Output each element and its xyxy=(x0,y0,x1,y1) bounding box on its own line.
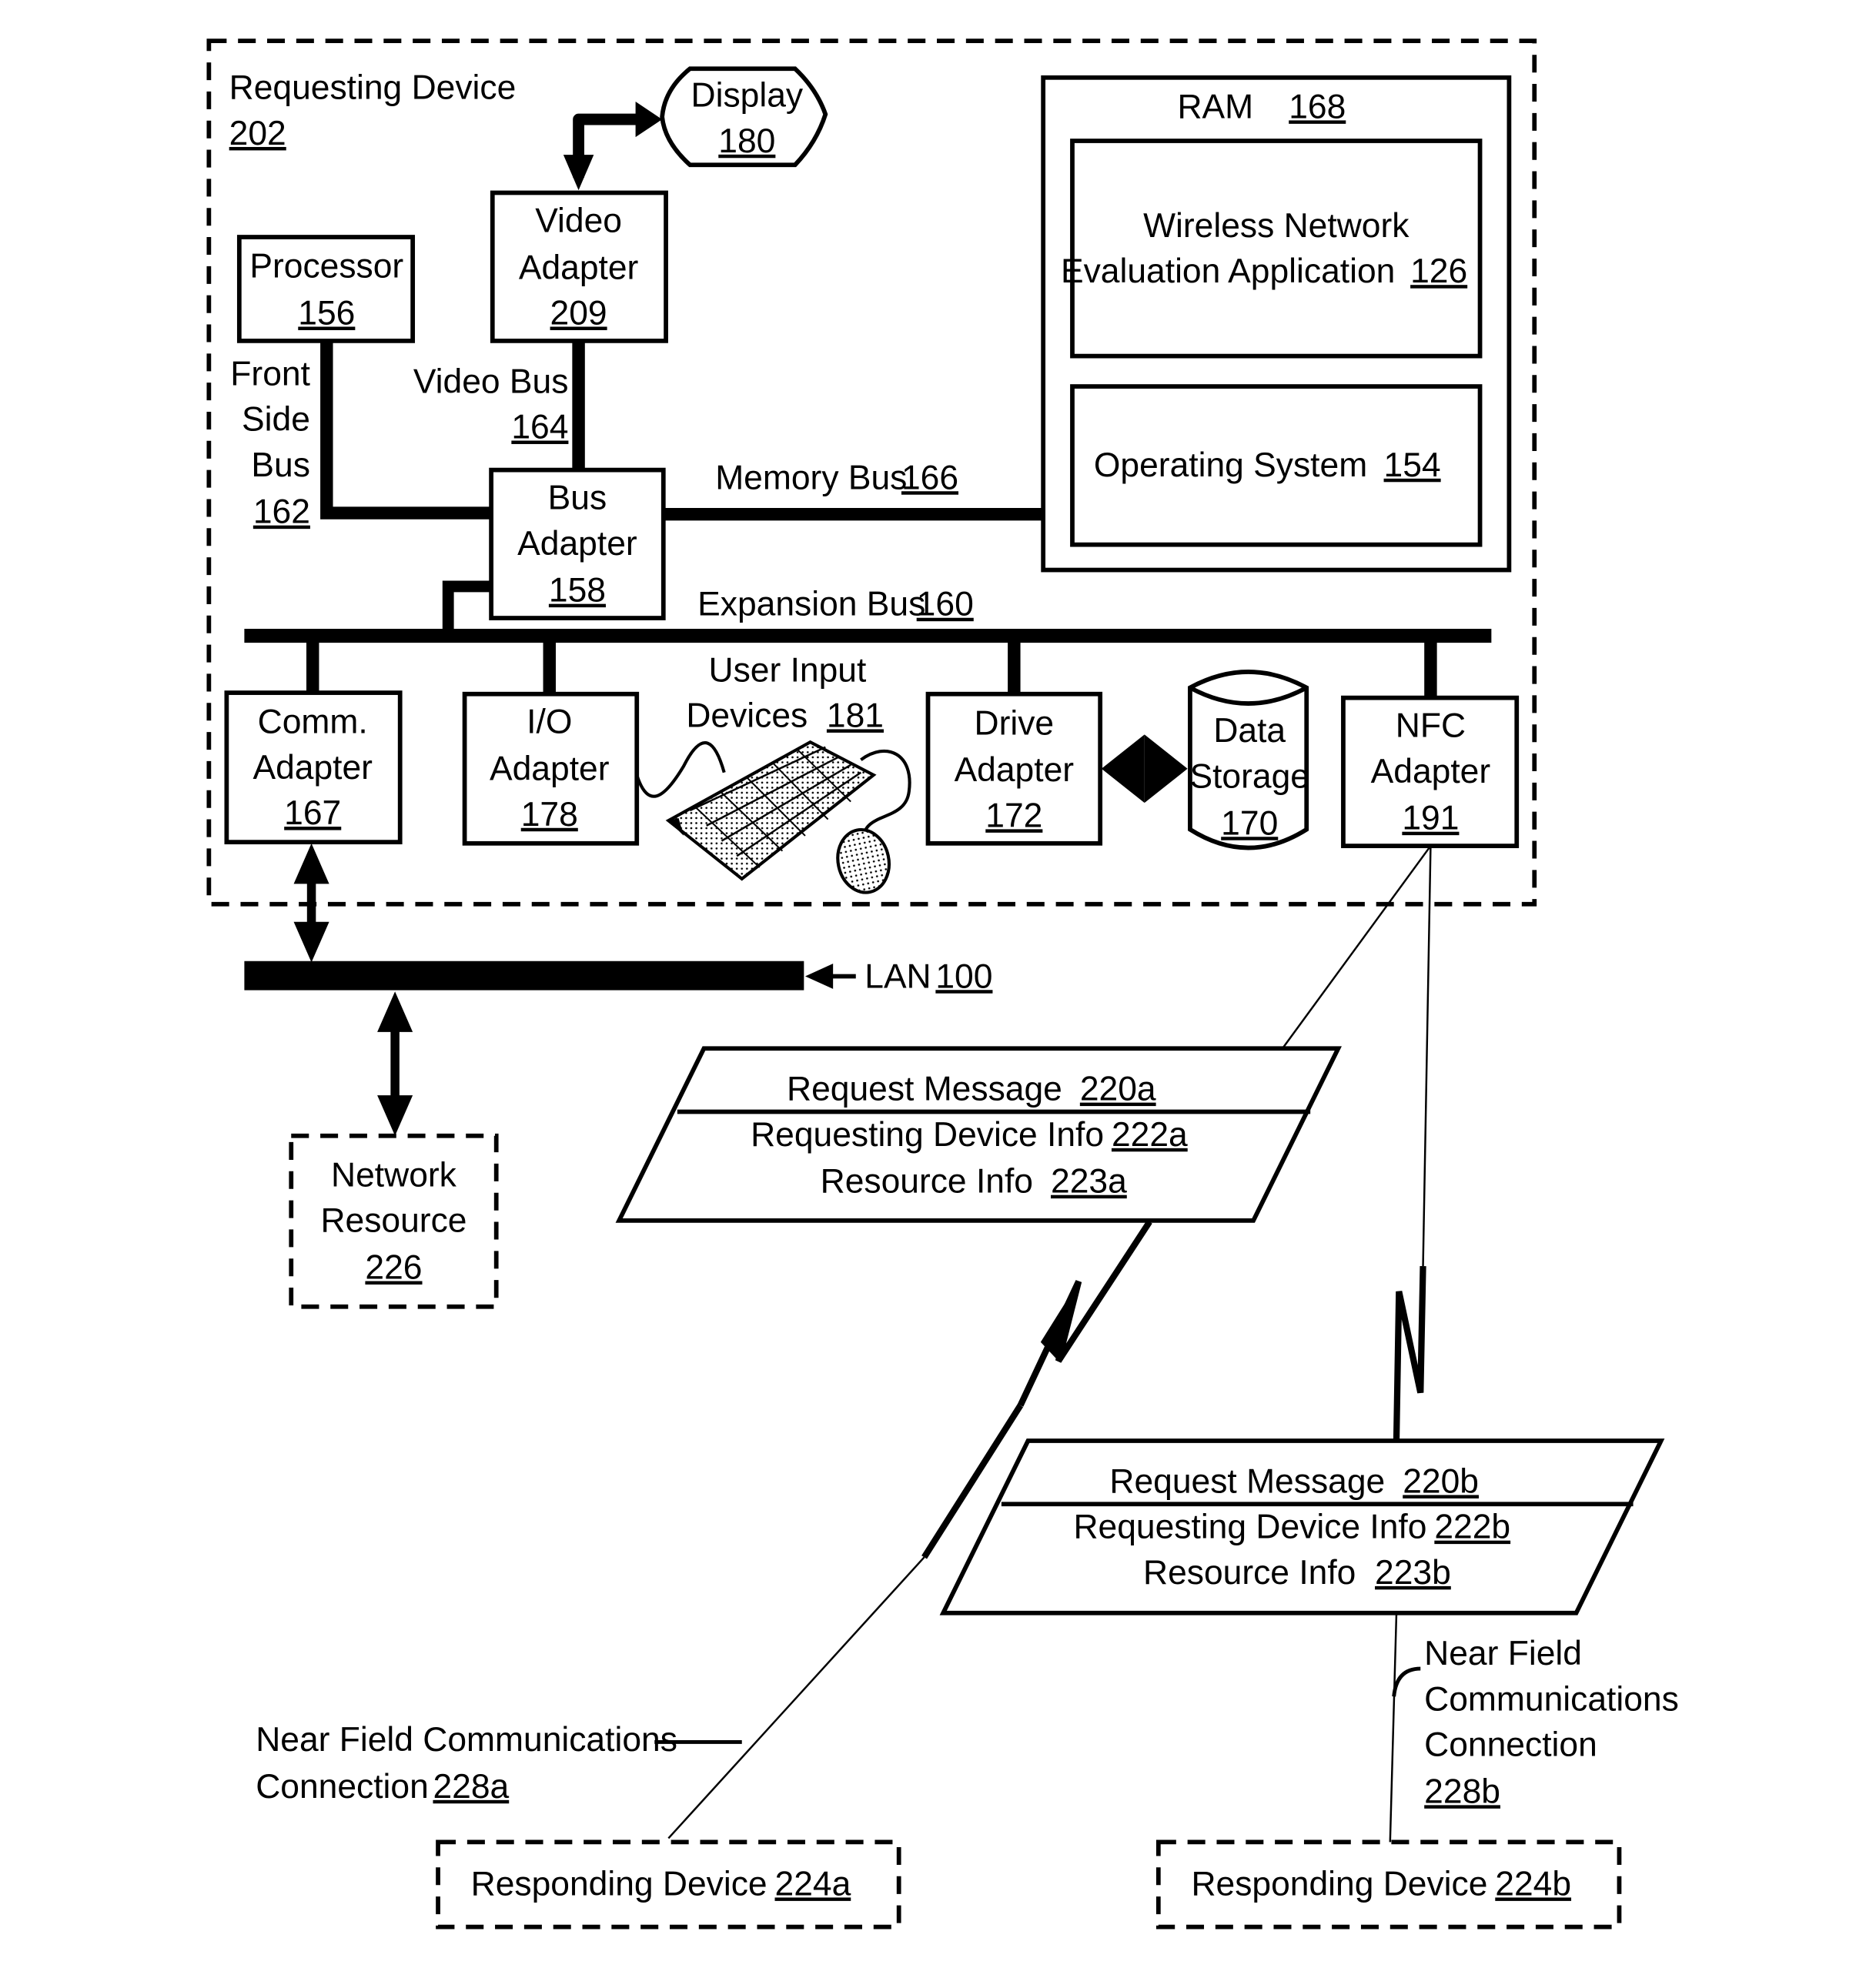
ram-ref: 168 xyxy=(1289,88,1346,125)
nfc-adapter-line1: NFC xyxy=(1396,707,1466,745)
video-adapter-line2: Adapter xyxy=(519,249,639,286)
front-side-bus-ref: 162 xyxy=(253,493,310,531)
request-a-title-ref: 220a xyxy=(1080,1071,1156,1108)
request-b-title: Request Message xyxy=(1109,1462,1385,1500)
network-resource-line1: Network xyxy=(331,1156,457,1194)
display-label: Display xyxy=(691,77,804,115)
display-ref: 180 xyxy=(718,122,775,160)
drive-adapter-line2: Adapter xyxy=(955,751,1075,789)
video-bus-label: Video Bus xyxy=(413,363,569,400)
comm-adapter-ref: 167 xyxy=(284,794,341,832)
nfc-conn-b-line3: Connection xyxy=(1424,1726,1597,1764)
network-resource-line2: Resource xyxy=(320,1202,467,1240)
request-b-resource-info-ref: 223b xyxy=(1375,1554,1451,1592)
request-a-device-info-ref: 222a xyxy=(1112,1116,1188,1154)
drive-adapter-line1: Drive xyxy=(975,704,1055,742)
video-adapter-line1: Video xyxy=(535,202,622,239)
wireless-app-line2: Evaluation Application xyxy=(1061,252,1395,290)
request-a-title: Request Message xyxy=(787,1071,1062,1108)
mouse-icon xyxy=(836,827,891,894)
data-storage-ref: 170 xyxy=(1221,804,1278,842)
nfc-link-a-lower xyxy=(667,1556,925,1839)
lan-ref: 100 xyxy=(935,957,992,995)
request-b-title-ref: 220b xyxy=(1403,1462,1479,1500)
processor-ref: 156 xyxy=(298,295,355,332)
responding-device-a-ref: 224a xyxy=(775,1865,851,1903)
lan-bar xyxy=(244,961,804,991)
nfc-conn-b-line1: Near Field xyxy=(1424,1635,1582,1672)
request-a-resource-info-ref: 223a xyxy=(1051,1163,1127,1201)
bus-adapter-ref: 158 xyxy=(549,572,606,610)
keyboard-cable xyxy=(635,741,726,798)
nfc-conn-a-ref: 228a xyxy=(433,1768,509,1806)
lightning-bolt-b-fill xyxy=(1399,1291,1421,1393)
network-resource-ref: 226 xyxy=(365,1249,422,1287)
nfc-link-a-upper xyxy=(1281,845,1432,1049)
io-adapter-line1: I/O xyxy=(527,703,572,741)
data-storage-line1: Data xyxy=(1213,712,1286,750)
request-b-device-info-ref: 222b xyxy=(1434,1509,1510,1546)
operating-system-label: Operating System xyxy=(1094,446,1367,484)
responding-device-b-ref: 224b xyxy=(1495,1865,1571,1903)
arrow-to-lan-2-icon xyxy=(377,991,413,1032)
io-adapter-line2: Adapter xyxy=(490,750,610,788)
lightning-bolt-a-icon xyxy=(1017,1220,1152,1407)
requesting-device-ref: 202 xyxy=(229,115,286,152)
mouse-cable xyxy=(860,749,911,843)
nfc-adapter-line2: Adapter xyxy=(1371,753,1491,790)
user-input-ref: 181 xyxy=(827,697,884,734)
expansion-bus-label: Expansion Bus xyxy=(697,586,925,623)
bus-adapter-line1: Bus xyxy=(548,479,607,517)
wireless-app-box xyxy=(1070,139,1483,359)
memory-bus-label: Memory Bus xyxy=(715,459,907,496)
arrow-to-display-icon xyxy=(635,102,663,138)
lan-label: LAN xyxy=(864,957,931,995)
lightning-bolt-b-icon xyxy=(1393,1266,1426,1440)
nfc-adapter-ref: 191 xyxy=(1402,800,1459,837)
bus-adapter-line2: Adapter xyxy=(517,525,637,563)
memory-bus-ref: 166 xyxy=(901,459,958,496)
arrow-to-video-adapter-icon xyxy=(563,155,594,191)
nfc-conn-a-line1: Near Field Communications xyxy=(256,1721,677,1759)
video-bus-ref: 164 xyxy=(511,409,568,446)
front-side-bus-line1: Front xyxy=(230,355,310,393)
lan-pointer-arrow-icon xyxy=(804,964,834,989)
io-adapter-ref: 178 xyxy=(521,796,578,834)
nfc-conn-b-line2: Communications xyxy=(1424,1680,1679,1718)
responding-device-a-label: Responding Device xyxy=(471,1865,767,1903)
user-input-line2: Devices xyxy=(686,697,808,734)
bus-adapter-expansion-link xyxy=(442,580,492,636)
ram-label: RAM xyxy=(1178,88,1254,125)
processor-label: Processor xyxy=(249,248,403,286)
nfc-link-b-lower xyxy=(1389,1612,1398,1843)
arrow-to-network-resource-icon xyxy=(377,1095,413,1136)
wireless-app-ref: 126 xyxy=(1410,252,1467,290)
user-input-line1: User Input xyxy=(709,651,867,689)
arrow-to-lan-icon xyxy=(293,921,329,963)
requesting-device-label: Requesting Device xyxy=(229,69,517,107)
nfc-conn-b-ref: 228b xyxy=(1424,1772,1500,1810)
nfc-conn-a-line2: Connection xyxy=(256,1768,429,1806)
responding-device-b-label: Responding Device xyxy=(1191,1865,1487,1903)
patent-diagram: Requesting Device 202 Display 180 Video … xyxy=(206,38,1679,1930)
data-storage-line2: Storage xyxy=(1189,757,1309,795)
operating-system-ref: 154 xyxy=(1384,446,1441,484)
wireless-app-line1: Wireless Network xyxy=(1143,207,1410,245)
front-side-bus-line2: Side xyxy=(242,401,310,439)
request-b-resource-info: Resource Info xyxy=(1143,1554,1356,1592)
request-a-device-info: Requesting Device Info xyxy=(751,1116,1104,1154)
comm-adapter-line1: Comm. xyxy=(258,703,368,741)
drive-storage-arrow-icon xyxy=(1101,734,1188,804)
video-adapter-ref: 209 xyxy=(550,295,607,332)
front-side-bus-line3: Bus xyxy=(251,446,310,484)
nfc-link-b-upper xyxy=(1422,846,1432,1267)
nfc-conn-b-leader xyxy=(1392,1666,1421,1697)
arrow-to-comm-adapter-icon xyxy=(293,843,329,884)
expansion-bus-ref: 160 xyxy=(917,586,974,623)
request-a-resource-info: Resource Info xyxy=(821,1163,1033,1201)
request-b-device-info: Requesting Device Info xyxy=(1073,1509,1426,1546)
drive-adapter-ref: 172 xyxy=(985,797,1042,834)
comm-adapter-line2: Adapter xyxy=(252,749,373,787)
